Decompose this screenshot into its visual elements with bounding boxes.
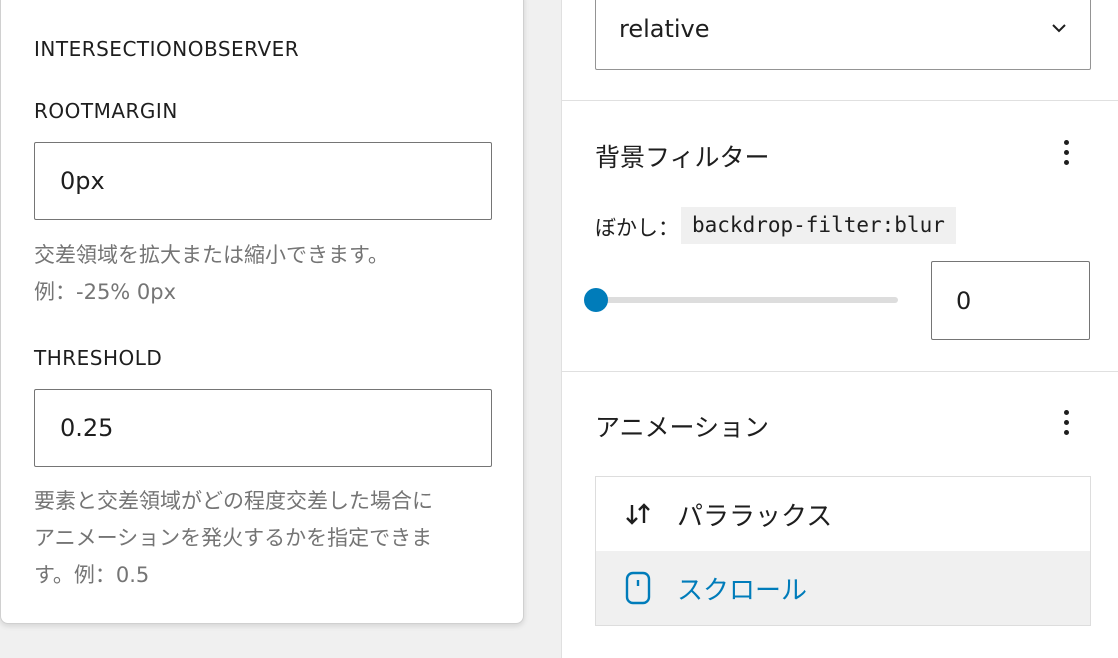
- divider: [562, 100, 1118, 101]
- threshold-help-line2: アニメーションを発火するかを指定できま: [34, 526, 433, 550]
- divider: [562, 371, 1118, 372]
- mouse-icon: [625, 571, 651, 605]
- intersection-observer-popover: INTERSECTIONOBSERVER ROOTMARGIN 交差領域を拡大ま…: [0, 0, 524, 624]
- animation-options-kebab-icon[interactable]: [1056, 406, 1076, 442]
- threshold-help-line3: す。例：0.5: [34, 563, 150, 587]
- threshold-help: 要素と交差領域がどの程度交差した場合に アニメーションを発火するかを指定できま …: [34, 483, 504, 594]
- position-select-value: relative: [619, 15, 710, 43]
- menu-item-label: スクロール: [677, 576, 808, 606]
- threshold-input[interactable]: [34, 389, 492, 467]
- rootmargin-help: 交差領域を拡大または縮小できます。 例：-25% 0px: [34, 237, 504, 311]
- threshold-label: THRESHOLD: [34, 346, 163, 370]
- menu-item-parallax[interactable]: パララックス: [596, 477, 1090, 551]
- blur-label: ぼかし：: [595, 216, 679, 240]
- chevron-down-icon: [1052, 24, 1066, 33]
- threshold-help-line1: 要素と交差領域がどの程度交差した場合に: [34, 489, 433, 513]
- animation-menu: パララックス スクロール: [595, 476, 1091, 626]
- menu-item-scroll[interactable]: スクロール: [596, 551, 1090, 625]
- backdrop-filter-title: 背景フィルター: [595, 143, 770, 172]
- rootmargin-label: ROOTMARGIN: [34, 99, 178, 123]
- backdrop-options-kebab-icon[interactable]: [1056, 136, 1076, 172]
- group-heading: INTERSECTIONOBSERVER: [34, 37, 300, 61]
- rootmargin-help-line2: 例：-25% 0px: [34, 280, 177, 304]
- blur-number-input[interactable]: [931, 261, 1090, 340]
- arrows-up-down-icon: [626, 503, 650, 525]
- blur-range-thumb[interactable]: [584, 288, 608, 312]
- animation-title: アニメーション: [595, 413, 770, 442]
- rootmargin-help-line1: 交差領域を拡大または縮小できます。: [34, 243, 389, 267]
- position-select[interactable]: relative: [595, 0, 1091, 70]
- blur-code: backdrop-filter:blur: [681, 207, 956, 244]
- blur-range-track[interactable]: [595, 297, 898, 303]
- menu-item-label: パララックス: [677, 502, 833, 532]
- rootmargin-input[interactable]: [34, 142, 492, 220]
- settings-sidebar: relative 背景フィルター ぼかし： backdrop-filter:bl…: [561, 0, 1118, 658]
